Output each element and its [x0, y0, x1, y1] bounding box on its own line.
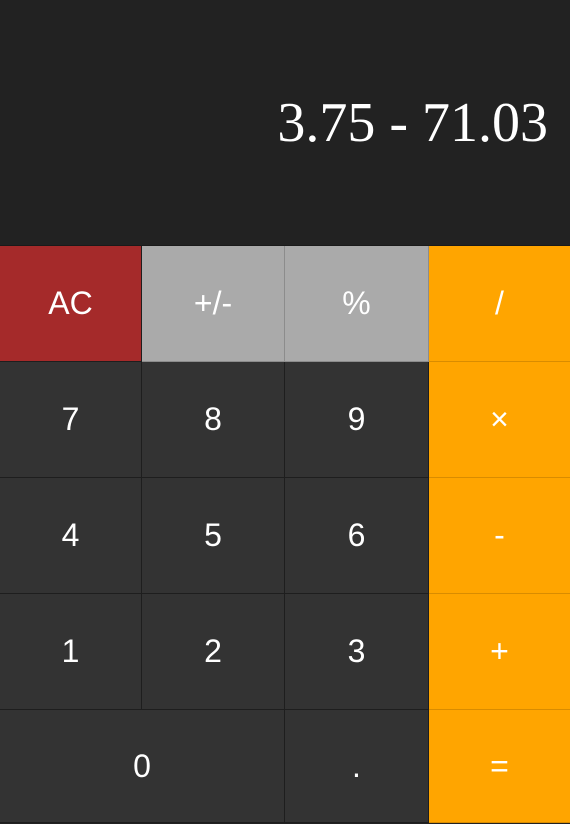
- add-button[interactable]: +: [429, 594, 570, 710]
- keypad: AC +/- % / 7 8 9 × 4 5 6 - 1 2 3 + 0 . =: [0, 246, 570, 824]
- digit-1-button[interactable]: 1: [0, 594, 142, 710]
- display-expression: 3.75 - 71.03: [277, 91, 548, 154]
- digit-2-button[interactable]: 2: [142, 594, 285, 710]
- clear-button[interactable]: AC: [0, 246, 142, 362]
- digit-8-button[interactable]: 8: [142, 362, 285, 478]
- equals-button[interactable]: =: [429, 710, 570, 823]
- multiply-button[interactable]: ×: [429, 362, 570, 478]
- decimal-button[interactable]: .: [285, 710, 429, 823]
- digit-5-button[interactable]: 5: [142, 478, 285, 594]
- percent-button[interactable]: %: [285, 246, 429, 362]
- divide-button[interactable]: /: [429, 246, 570, 362]
- digit-4-button[interactable]: 4: [0, 478, 142, 594]
- subtract-button[interactable]: -: [429, 478, 570, 594]
- digit-9-button[interactable]: 9: [285, 362, 429, 478]
- digit-6-button[interactable]: 6: [285, 478, 429, 594]
- calculator-app: 3.75 - 71.03 AC +/- % / 7 8 9 × 4 5 6 - …: [0, 0, 570, 824]
- sign-toggle-button[interactable]: +/-: [142, 246, 285, 362]
- digit-0-button[interactable]: 0: [0, 710, 285, 823]
- digit-7-button[interactable]: 7: [0, 362, 142, 478]
- digit-3-button[interactable]: 3: [285, 594, 429, 710]
- calculator-display: 3.75 - 71.03: [0, 0, 570, 246]
